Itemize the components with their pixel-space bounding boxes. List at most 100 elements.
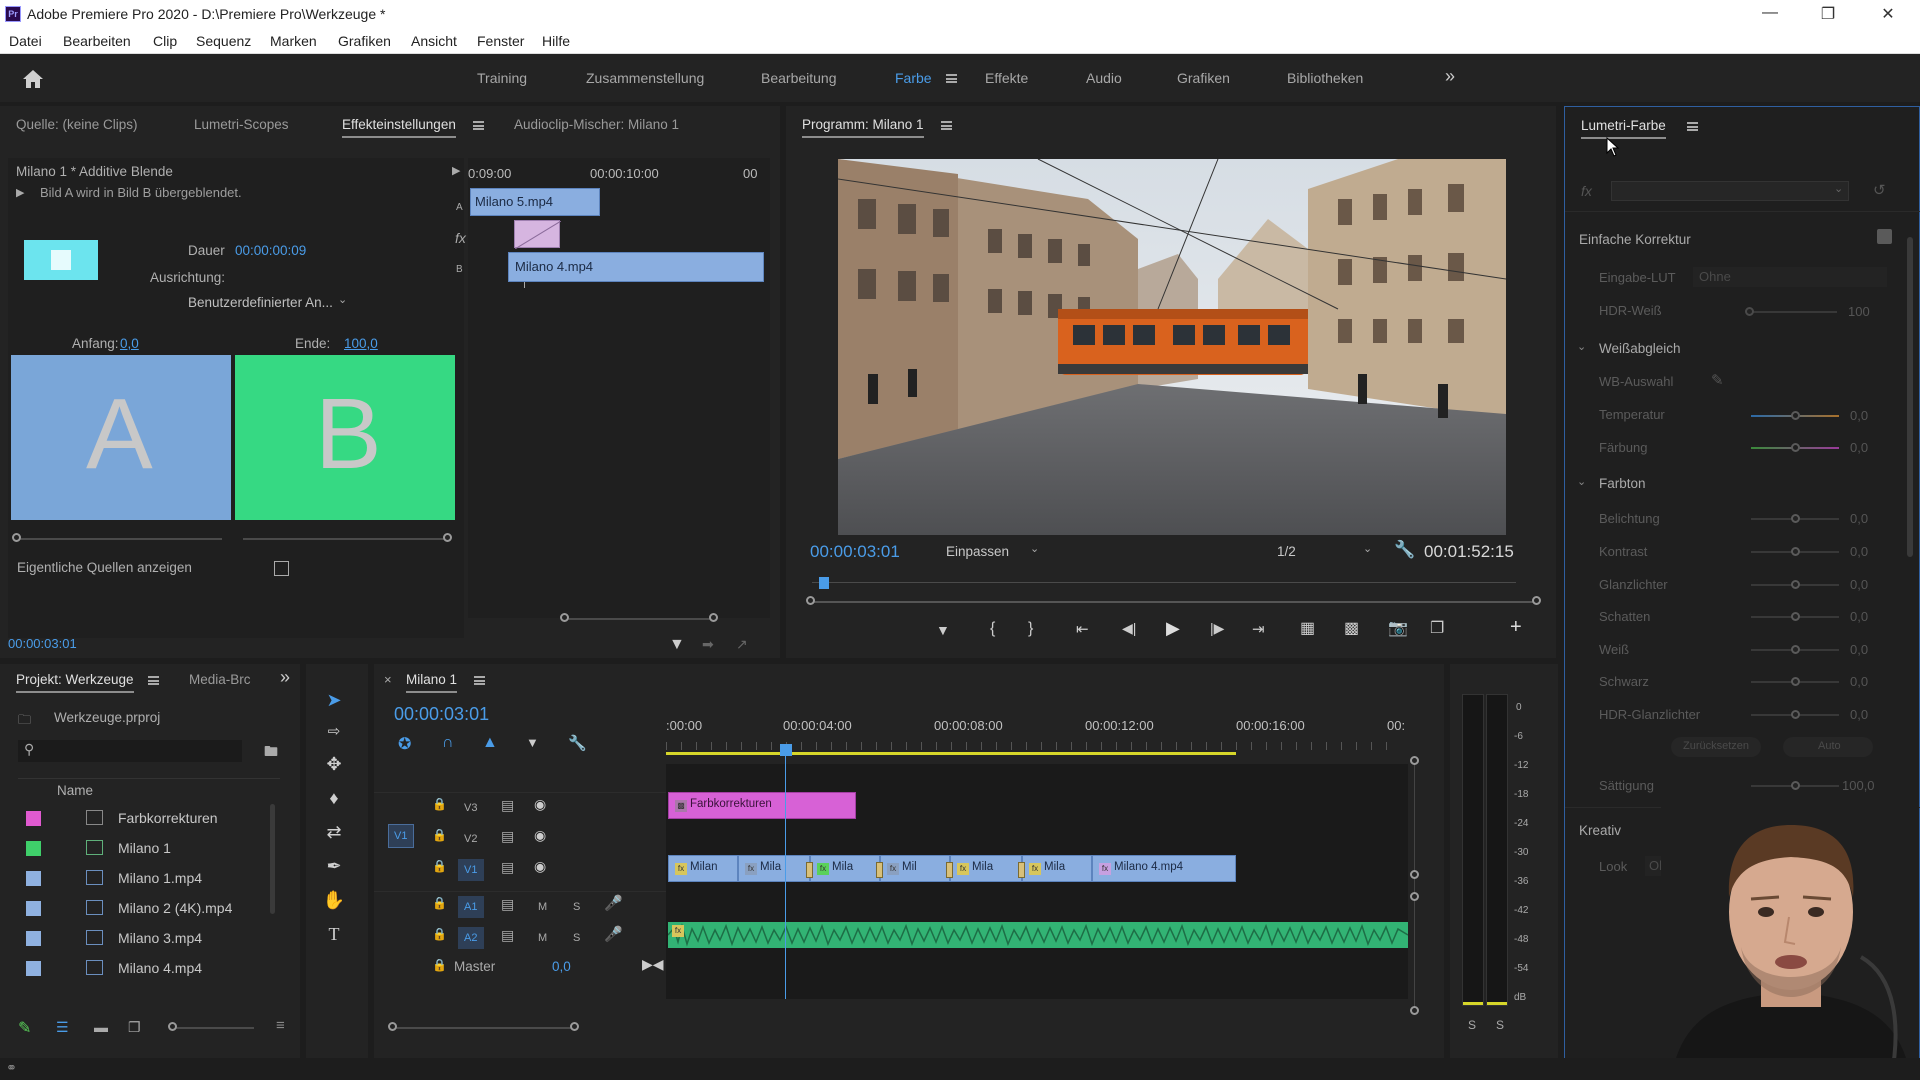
workspace-bearbeitung[interactable]: Bearbeitung (761, 70, 837, 86)
maximize-icon[interactable]: ❐ (1808, 4, 1848, 24)
workspace-audio[interactable]: Audio (1086, 70, 1122, 86)
kontrast-handle[interactable] (1791, 547, 1800, 556)
slip-tool-icon[interactable]: ⇄ (322, 820, 346, 844)
faerbung-handle[interactable] (1791, 443, 1800, 452)
workspace-zusammenstellung[interactable]: Zusammenstellung (586, 70, 704, 86)
v1-clip[interactable]: fx Mila (810, 855, 880, 882)
list-view-icon[interactable]: ☰ (56, 1019, 69, 1036)
mini-zoom-right-handle[interactable] (709, 613, 718, 622)
list-item[interactable]: Milano 3.mp4 (18, 923, 280, 953)
program-menu-icon[interactable] (941, 121, 952, 130)
sync-lock-icon[interactable]: ▤ (501, 927, 514, 944)
filter-icon[interactable]: ▼ (669, 636, 685, 654)
schatten-handle[interactable] (1791, 612, 1800, 621)
transition-marker[interactable] (876, 862, 883, 878)
tab-lumetri-scopes[interactable]: Lumetri-Scopes (194, 117, 289, 132)
anfang-value[interactable]: 0,0 (120, 336, 139, 351)
thumbnail-size-slider[interactable] (174, 1027, 254, 1029)
menu-grafiken[interactable]: Grafiken (338, 33, 391, 49)
chevron-down-icon[interactable]: ⌄ (1577, 475, 1586, 488)
dauer-value[interactable]: 00:00:00:09 (235, 243, 306, 258)
track-v3-label[interactable]: V3 (464, 802, 477, 814)
lock-icon[interactable]: 🔒 (432, 828, 447, 842)
microphone-icon[interactable]: 🎤 (604, 894, 623, 912)
weissabgleich-header[interactable]: Weißabgleich (1599, 341, 1681, 356)
program-zoom-left[interactable] (806, 596, 815, 605)
sync-lock-icon[interactable]: ▤ (501, 896, 514, 913)
menu-hilfe[interactable]: Hilfe (542, 33, 570, 49)
go-to-end-icon[interactable]: ▶◀ (642, 956, 664, 973)
vertical-zoom-handle[interactable] (1410, 870, 1419, 879)
weiss-handle[interactable] (1791, 645, 1800, 654)
vertical-zoom-handle[interactable] (1410, 1006, 1419, 1015)
column-name-header[interactable]: Name (57, 783, 93, 798)
v1-clip[interactable]: fx Milan (668, 855, 738, 882)
farbton-header[interactable]: Farbton (1599, 476, 1646, 491)
transition-marker[interactable] (806, 862, 813, 878)
vertical-zoom-track[interactable] (1414, 760, 1415, 1010)
compare-view-icon[interactable]: ❐ (1430, 618, 1444, 638)
lock-icon[interactable]: 🔒 (432, 859, 447, 873)
project-menu-icon[interactable] (148, 676, 159, 685)
wrench-icon[interactable]: 🔧 (1394, 540, 1415, 560)
weiss-value[interactable]: 0,0 (1850, 642, 1868, 657)
temperatur-handle[interactable] (1791, 411, 1800, 420)
pen-tool-icon[interactable]: ✒ (322, 854, 346, 878)
tab-audio-clip-mixer[interactable]: Audioclip-Mischer: Milano 1 (514, 117, 679, 132)
snap-magnet-icon[interactable]: ∩ (442, 734, 454, 752)
hdr-weiss-handle[interactable] (1745, 307, 1754, 316)
v1-clip[interactable]: fx Mil (880, 855, 950, 882)
expand-arrow-icon[interactable]: ▶ (452, 164, 460, 177)
program-playhead[interactable] (819, 577, 829, 589)
nest-icon[interactable]: ✪ (398, 734, 411, 754)
mark-in-icon[interactable]: { (990, 620, 995, 638)
eye-icon[interactable]: ◉ (534, 827, 546, 844)
list-item[interactable]: Milano 4.mp4 (18, 953, 280, 983)
text-tool-icon[interactable]: T (322, 922, 346, 946)
auto-button[interactable]: Auto (1783, 737, 1873, 757)
lock-icon[interactable]: 🔒 (432, 927, 447, 941)
saettigung-handle[interactable] (1791, 781, 1800, 790)
clip-b[interactable]: Milano 4.mp4 (508, 252, 764, 282)
program-video-frame[interactable] (838, 159, 1506, 535)
track-select-tool-icon[interactable]: ⇨ (322, 720, 346, 744)
faerbung-value[interactable]: 0,0 (1850, 440, 1868, 455)
razor-tool-icon[interactable]: ♦ (322, 786, 346, 810)
belichtung-handle[interactable] (1791, 514, 1800, 523)
reset-icon[interactable]: ↺ (1873, 181, 1886, 199)
menu-fenster[interactable]: Fenster (477, 33, 524, 49)
timeline-timecode[interactable]: 00:00:03:01 (394, 704, 489, 725)
schwarz-value[interactable]: 0,0 (1850, 674, 1868, 689)
program-zoom-bar[interactable] (812, 601, 1537, 603)
play-icon[interactable]: ▶ (1166, 618, 1180, 639)
sync-lock-icon[interactable]: ▤ (501, 797, 514, 814)
transition-marker[interactable] (946, 862, 953, 878)
fit-dropdown[interactable]: Einpassen ⌄ (946, 542, 1046, 564)
track-v1-target[interactable]: V1 (458, 859, 484, 881)
audio-clip-a2[interactable] (668, 922, 1408, 948)
start-slider-handle[interactable] (12, 533, 21, 542)
program-timecode[interactable]: 00:00:03:01 (810, 542, 900, 562)
eyedropper-icon[interactable]: ✎ (1711, 371, 1724, 389)
extract-icon[interactable]: ▩ (1344, 618, 1359, 638)
mark-out-icon[interactable]: } (1028, 620, 1033, 638)
mute-button[interactable]: M (538, 901, 547, 913)
track-a1-target[interactable]: A1 (458, 896, 484, 918)
eingabe-lut-dropdown[interactable]: Ohne (1693, 267, 1887, 287)
lift-icon[interactable]: ▦ (1300, 618, 1315, 638)
workspace-farbe[interactable]: Farbe (895, 70, 932, 86)
more-tabs-icon[interactable]: » (280, 667, 290, 688)
step-forward-icon[interactable]: |▶ (1210, 620, 1224, 637)
label-color-swatch[interactable] (26, 841, 41, 856)
v1-clip[interactable]: fx Milano 4.mp4 (1092, 855, 1236, 882)
mini-zoom-slider[interactable] (563, 618, 713, 620)
tab-source[interactable]: Quelle: (keine Clips) (16, 117, 138, 132)
track-v2-label[interactable]: V2 (464, 833, 477, 845)
eye-icon[interactable]: ◉ (534, 858, 546, 875)
project-search-input[interactable]: ⚲ (18, 740, 242, 762)
vertical-zoom-handle[interactable] (1410, 892, 1419, 901)
solo-button[interactable]: S (573, 932, 580, 944)
linked-selection-icon[interactable]: ▲ (482, 734, 498, 752)
icon-view-icon[interactable]: ▬ (94, 1019, 108, 1035)
lumetri-menu-icon[interactable] (1687, 122, 1698, 131)
